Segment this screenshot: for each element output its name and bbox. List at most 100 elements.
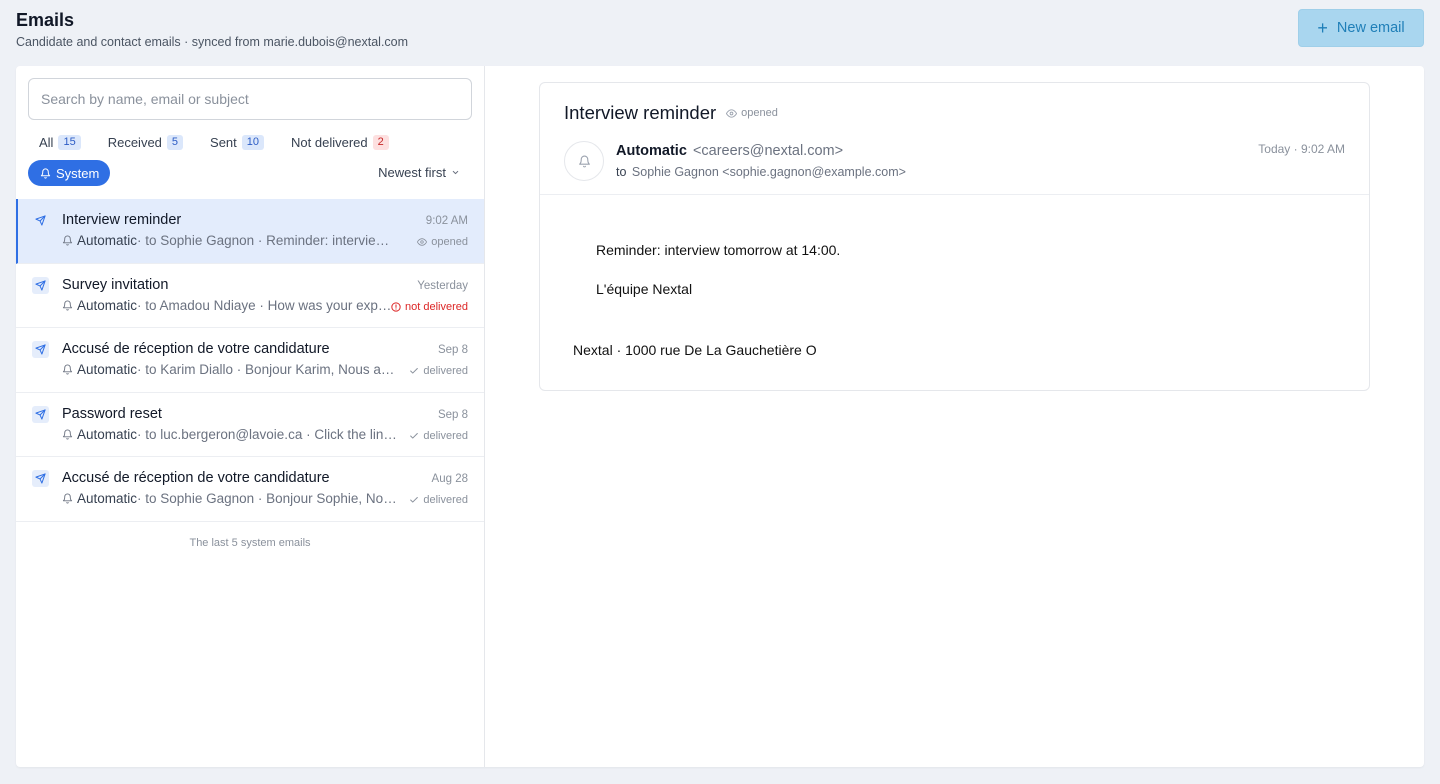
sort-label: Newest first bbox=[378, 165, 446, 180]
email-subject: Accusé de réception de votre candidature bbox=[62, 341, 330, 357]
opened-tag: opened bbox=[726, 107, 778, 119]
filter-not-delivered[interactable]: Not delivered 2 bbox=[291, 135, 389, 150]
email-body-line: Reminder: interview tomorrow at 14:00. bbox=[596, 242, 841, 258]
email-status: delivered bbox=[409, 494, 468, 506]
to-recipient: Sophie Gagnon <sophie.gagnon@example.com… bbox=[631, 165, 906, 179]
email-sender: Automatic bbox=[77, 362, 138, 377]
email-status-label: delivered bbox=[423, 365, 468, 377]
eye-icon bbox=[726, 108, 738, 118]
email-meta: Automatic · to Amadou Ndiaye · How was y… bbox=[62, 298, 398, 313]
email-meta: Automatic · to Sophie Gagnon · Bonjour S… bbox=[62, 491, 398, 506]
email-status: delivered bbox=[409, 365, 468, 377]
detail-divider bbox=[540, 194, 1369, 195]
new-email-button[interactable]: + New email bbox=[1298, 9, 1424, 47]
to-line: to Sophie Gagnon <sophie.gagnon@example.… bbox=[616, 165, 906, 179]
filter-tabs: All 15 Received 5 Sent 10 Not delivered … bbox=[39, 135, 416, 150]
filter-count: 10 bbox=[241, 135, 265, 150]
filter-label: Sent bbox=[210, 135, 237, 150]
new-email-label: New email bbox=[1336, 20, 1405, 36]
emails-panel: All 15 Received 5 Sent 10 Not delivered … bbox=[16, 66, 1424, 767]
bell-icon bbox=[62, 235, 73, 246]
check-icon bbox=[409, 495, 419, 505]
send-icon bbox=[32, 341, 49, 358]
from-name: Automatic bbox=[616, 143, 687, 159]
email-list: Interview reminder 9:02 AM Automatic · to … bbox=[16, 199, 484, 522]
send-icon bbox=[32, 212, 49, 229]
email-meta: Automatic · to Karim Diallo · Bonjour Ka… bbox=[62, 362, 398, 377]
email-date: Sep 8 bbox=[437, 344, 468, 356]
eye-icon bbox=[417, 237, 428, 247]
email-preview: · to luc.bergeron@lavoie.ca · Click the … bbox=[137, 426, 398, 442]
sender-avatar bbox=[564, 141, 604, 181]
email-list-item[interactable]: Survey invitation Yesterday Automatic · to… bbox=[16, 264, 484, 328]
opened-tag-label: opened bbox=[741, 107, 778, 119]
sort-dropdown[interactable]: Newest first bbox=[378, 165, 460, 180]
bell-icon bbox=[40, 167, 51, 179]
filter-label: Not delivered bbox=[291, 135, 368, 150]
chevron-down-icon bbox=[452, 170, 459, 175]
alert-icon bbox=[391, 301, 401, 312]
page-title: Emails bbox=[16, 10, 75, 30]
email-status-label: opened bbox=[431, 236, 468, 248]
send-icon bbox=[32, 405, 49, 423]
email-subject: Accusé de réception de votre candidature bbox=[62, 470, 330, 486]
bell-icon bbox=[578, 155, 590, 167]
email-sender: Automatic bbox=[77, 297, 138, 313]
email-subject: Survey invitation bbox=[62, 276, 169, 293]
filter-received[interactable]: Received 5 bbox=[107, 135, 184, 150]
email-list-item[interactable]: Accusé de réception de votre candidature… bbox=[16, 457, 484, 522]
plus-icon: + bbox=[1317, 18, 1328, 38]
from-line: Automatic <careers@nextal.com> bbox=[616, 143, 843, 159]
page-header: Emails Candidate and contact emails · sy… bbox=[16, 9, 408, 50]
email-list-item[interactable]: Password reset Sep 8 Automatic · to luc.be… bbox=[16, 393, 484, 457]
send-icon bbox=[32, 470, 49, 487]
email-status: delivered bbox=[409, 430, 468, 442]
email-body-line: L'équipe Nextal bbox=[596, 281, 693, 297]
filter-sent[interactable]: Sent 10 bbox=[210, 135, 265, 150]
send-icon bbox=[32, 276, 49, 294]
filter-count: 15 bbox=[58, 135, 81, 150]
from-address: <careers@nextal.com> bbox=[692, 143, 844, 159]
email-preview: · to Sophie Gagnon · Bonjour Sophie, Nou… bbox=[137, 491, 398, 506]
email-list-item[interactable]: Accusé de réception de votre candidature… bbox=[16, 328, 484, 393]
email-date: Sep 8 bbox=[437, 408, 468, 421]
email-preview: · to Sophie Gagnon · Reminder: interview… bbox=[137, 233, 398, 248]
check-icon bbox=[409, 431, 419, 441]
email-list-pane: All 15 Received 5 Sent 10 Not delivered … bbox=[16, 66, 485, 767]
list-footer: The last 5 system emails bbox=[189, 537, 311, 549]
system-chip-label: System bbox=[56, 165, 100, 181]
filter-label: All bbox=[39, 135, 54, 150]
email-date: Yesterday bbox=[417, 279, 468, 292]
filter-label: Received bbox=[107, 135, 162, 150]
email-date: 9:02 AM bbox=[425, 215, 468, 227]
search-input[interactable] bbox=[28, 78, 472, 120]
email-status-label: delivered bbox=[423, 494, 468, 506]
email-date: Aug 28 bbox=[431, 473, 468, 485]
email-detail: Interview reminder opened Automatic <car… bbox=[539, 82, 1370, 391]
detail-subject-row: Interview reminder opened bbox=[564, 102, 778, 124]
email-signature: Nextal · 1000 rue De La Gauchetière O bbox=[573, 342, 817, 358]
email-preview: · to Karim Diallo · Bonjour Karim, Nous … bbox=[137, 362, 398, 377]
filter-count: 2 bbox=[372, 135, 389, 150]
bell-icon bbox=[62, 493, 73, 504]
bell-icon bbox=[62, 429, 73, 440]
email-status-label: not delivered bbox=[405, 300, 468, 313]
email-meta: Automatic · to Sophie Gagnon · Reminder:… bbox=[62, 233, 398, 248]
email-sender: Automatic bbox=[77, 233, 138, 248]
filter-all[interactable]: All 15 bbox=[39, 135, 81, 150]
email-meta: Automatic · to luc.bergeron@lavoie.ca · … bbox=[62, 427, 398, 442]
email-list-item[interactable]: Interview reminder 9:02 AM Automatic · to … bbox=[16, 199, 484, 264]
detail-time: Today · 9:02 AM bbox=[1258, 142, 1345, 156]
bell-icon bbox=[62, 364, 73, 375]
email-sender: Automatic bbox=[77, 491, 138, 506]
page-subtitle: Candidate and contact emails · synced fr… bbox=[16, 35, 409, 49]
email-subject: Password reset bbox=[62, 405, 162, 422]
detail-subject: Interview reminder bbox=[564, 102, 717, 123]
email-status-label: delivered bbox=[423, 429, 468, 442]
filter-count: 5 bbox=[166, 135, 184, 150]
system-filter-chip[interactable]: System bbox=[28, 160, 111, 186]
check-icon bbox=[409, 366, 419, 376]
email-status: opened bbox=[417, 236, 468, 248]
to-label: to bbox=[616, 165, 627, 179]
bell-icon bbox=[62, 300, 73, 311]
